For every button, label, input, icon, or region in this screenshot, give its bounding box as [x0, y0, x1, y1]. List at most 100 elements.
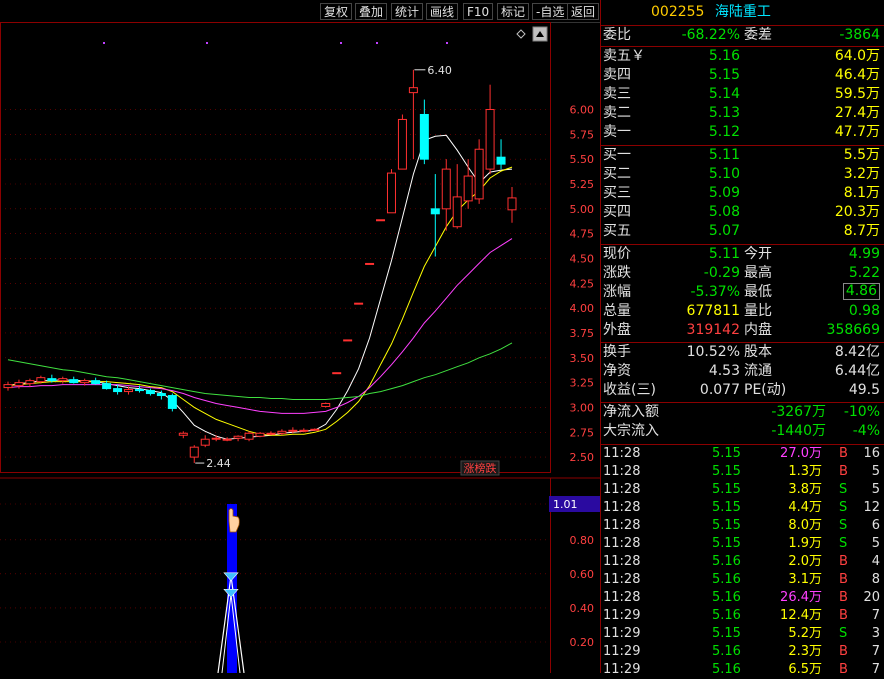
toolbar-button-4[interactable]: F10 — [463, 3, 494, 20]
fund-label: 收益(三) — [603, 382, 656, 398]
weibi-label: 委比 — [603, 27, 631, 43]
tick-count: 12 — [863, 500, 880, 515]
tick-row[interactable]: 11:28 5.15 27.0万 B 16 — [601, 445, 884, 463]
candle — [397, 114, 407, 170]
candle — [91, 377, 101, 385]
toolbar-button-2[interactable]: 统计 — [391, 3, 424, 20]
sell-price: 5.16 — [708, 48, 740, 64]
sell-level[interactable]: 卖二 5.13 27.4万 — [601, 104, 884, 123]
sell-level[interactable]: 卖三 5.14 59.5万 — [601, 85, 884, 104]
tick-row[interactable]: 11:28 5.15 8.0万 S 6 — [601, 517, 884, 535]
candle — [266, 431, 276, 436]
quote-row: 涨跌 -0.29 最高 5.22 — [601, 264, 884, 283]
tick-count: 5 — [871, 536, 880, 551]
flow-value: -1440万 — [771, 423, 826, 439]
event-marker — [446, 42, 448, 44]
price-tick-label: 3.75 — [570, 327, 595, 340]
tick-row[interactable]: 11:28 5.15 3.8万 S 5 — [601, 481, 884, 499]
tick-row[interactable]: 11:28 5.15 1.9万 S 5 — [601, 535, 884, 553]
quote-value: 5.11 — [708, 246, 740, 262]
buy-volume: 8.1万 — [843, 185, 880, 201]
toolbar-button-1[interactable]: 叠加 — [355, 3, 388, 20]
flow-label: 净流入额 — [603, 404, 659, 420]
tick-time: 11:29 — [603, 626, 641, 641]
ma-line-2 — [7, 238, 513, 414]
tick-row[interactable]: 11:29 5.15 5.2万 S 3 — [601, 625, 884, 643]
tick-volume: 5.2万 — [788, 626, 822, 641]
flow-percent: -4% — [852, 423, 880, 439]
toolbar-button-3[interactable]: 画线 — [426, 3, 459, 20]
tick-row[interactable]: 11:28 5.16 3.1万 B 8 — [601, 571, 884, 589]
candle — [452, 164, 462, 229]
tick-row[interactable]: 11:28 5.16 26.4万 B 20 — [601, 589, 884, 607]
stock-name[interactable]: 海陆重工 — [715, 4, 771, 20]
quote-value: -0.29 — [703, 265, 740, 281]
quote-label: 今开 — [744, 246, 772, 262]
buy-level[interactable]: 买二 5.10 3.2万 — [601, 165, 884, 184]
sell-label: 卖二 — [603, 105, 631, 121]
buy-level[interactable]: 买五 5.07 8.7万 — [601, 222, 884, 241]
tick-list[interactable]: 11:28 5.15 27.0万 B 16 11:28 5.15 1.3万 B 5 11:28 5.1… — [601, 445, 884, 679]
price-tick-label: 6.00 — [570, 104, 595, 117]
buy-label: 买二 — [603, 166, 631, 182]
flow-percent: -10% — [843, 404, 880, 420]
buy-level[interactable]: 买一 5.11 5.5万 — [601, 146, 884, 165]
tick-price: 5.16 — [712, 572, 741, 587]
toolbar-button-5[interactable]: 标记 — [497, 3, 530, 20]
tick-row[interactable]: 11:29 5.16 6.5万 B 7 — [601, 661, 884, 679]
sell-level[interactable]: 卖五￥ 5.16 64.0万 — [601, 47, 884, 66]
quote-value: 358669 — [826, 322, 880, 338]
tick-volume: 4.4万 — [788, 500, 822, 515]
toolbar-button-0[interactable]: 复权 — [320, 3, 353, 20]
buy-orders: 买一 5.11 5.5万 买二 5.10 3.2万 买三 5.09 8.1万 买四 5.08 20.3… — [601, 146, 884, 245]
diamond-icon[interactable] — [516, 29, 526, 39]
tick-price: 5.16 — [712, 608, 741, 623]
event-marker — [206, 42, 208, 44]
toolbar-button-7[interactable]: 返回 — [567, 3, 600, 20]
tick-count: 7 — [871, 644, 880, 659]
tick-time: 11:28 — [603, 464, 641, 479]
tick-row[interactable]: 11:28 5.16 2.0万 B 4 — [601, 553, 884, 571]
high-price-label: 6.40 — [427, 64, 452, 77]
quote-label: 最高 — [744, 265, 772, 281]
flow-row: 净流入额 -3267万 -10% — [601, 403, 884, 422]
tick-row[interactable]: 11:29 5.16 2.3万 B 7 — [601, 643, 884, 661]
tick-volume: 1.9万 — [788, 536, 822, 551]
price-tick-label: 4.00 — [570, 302, 595, 315]
tick-price: 5.16 — [712, 644, 741, 659]
fund-label: 流通 — [744, 363, 772, 379]
sell-volume: 46.4万 — [834, 67, 880, 83]
buy-label: 买三 — [603, 185, 631, 201]
tick-row[interactable]: 11:28 5.15 1.3万 B 5 — [601, 463, 884, 481]
sell-level[interactable]: 卖一 5.12 47.7万 — [601, 123, 884, 142]
sell-level[interactable]: 卖四 5.15 46.4万 — [601, 66, 884, 85]
quote-label: 现价 — [603, 246, 631, 262]
buy-level[interactable]: 买四 5.08 20.3万 — [601, 203, 884, 222]
quote-row: 外盘 319142 内盘 358669 — [601, 321, 884, 340]
price-tick-label: 4.25 — [570, 277, 595, 290]
tick-row[interactable]: 11:29 5.16 12.4万 B 7 — [601, 607, 884, 625]
tick-price: 5.15 — [712, 626, 741, 641]
tick-price: 5.15 — [712, 500, 741, 515]
buy-price: 5.07 — [708, 223, 740, 239]
tick-volume: 6.5万 — [788, 662, 822, 677]
fund-value: 10.52% — [686, 344, 740, 360]
kline-chart[interactable]: 6.00 5.75 5.50 5.25 5.00 4.75 4.50 4.25 4.00 3.75… — [0, 22, 600, 673]
tick-row[interactable]: 11:28 5.15 4.4万 S 12 — [601, 499, 884, 517]
quote-value: 4.86 — [842, 283, 880, 300]
fund-value: 4.53 — [708, 363, 740, 379]
tick-price: 5.16 — [712, 662, 741, 677]
toolbar-button-6[interactable]: -自选 — [532, 3, 569, 20]
buy-volume: 8.7万 — [843, 223, 880, 239]
buy-level[interactable]: 买三 5.09 8.1万 — [601, 184, 884, 203]
flow-row: 大宗流入 -1440万 -4% — [601, 422, 884, 441]
rank-tag-label: 涨榜跌 — [464, 461, 497, 475]
tick-volume: 2.3万 — [788, 644, 822, 659]
tick-time: 11:28 — [603, 590, 641, 605]
candle — [463, 159, 473, 209]
tick-side: B — [839, 608, 848, 623]
tick-volume: 26.4万 — [780, 590, 822, 605]
tick-side: S — [839, 500, 848, 515]
stock-header: 002255 海陆重工 — [601, 0, 884, 26]
price-tick-label: 3.50 — [570, 352, 595, 365]
